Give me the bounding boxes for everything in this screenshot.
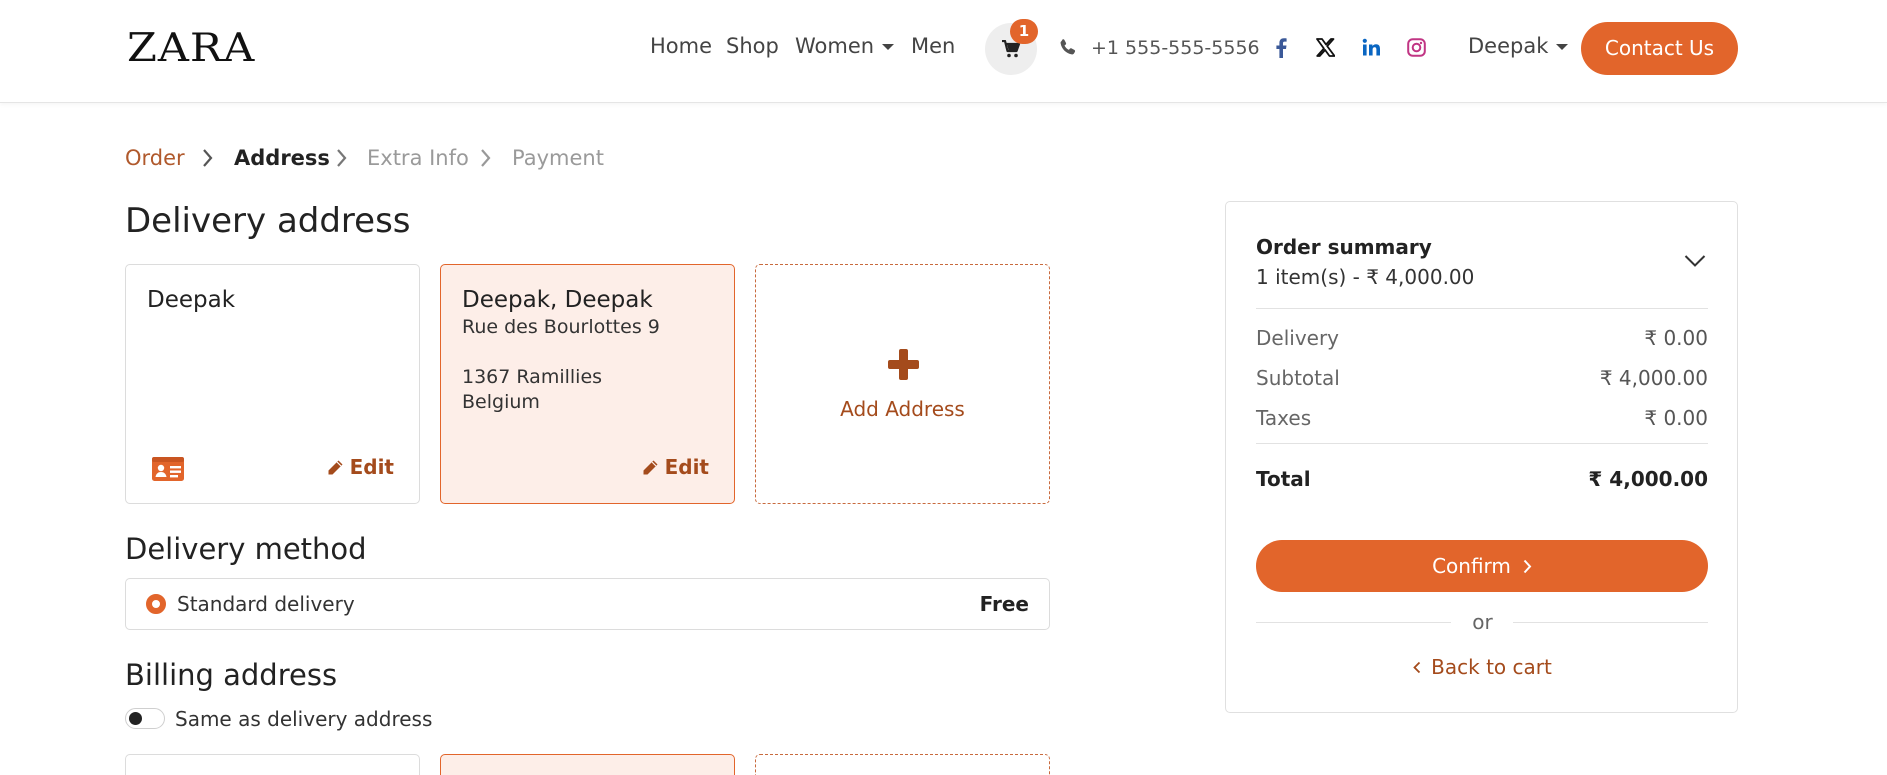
order-summary-panel: Order summary 1 item(s) - ₹ 4,000.00 Del… xyxy=(1225,201,1738,713)
id-card-icon xyxy=(152,457,184,481)
plus-icon xyxy=(888,349,919,380)
back-to-cart-label: Back to cart xyxy=(1431,655,1552,679)
breadcrumb-address: Address xyxy=(234,146,330,170)
summary-row-delivery: Delivery ₹ 0.00 xyxy=(1256,326,1708,350)
add-address-label: Add Address xyxy=(840,397,965,421)
edit-label: Edit xyxy=(664,455,709,479)
x-icon[interactable] xyxy=(1316,38,1335,57)
billing-add-address-card[interactable] xyxy=(755,754,1050,775)
delivery-option-standard[interactable]: Standard delivery Free xyxy=(125,578,1050,630)
nav-women[interactable]: Women xyxy=(795,34,895,58)
contact-us-button[interactable]: Contact Us xyxy=(1581,22,1738,75)
user-name: Deepak xyxy=(1468,34,1549,58)
row-label: Subtotal xyxy=(1256,366,1340,390)
address-city: 1367 Ramillies xyxy=(462,366,603,388)
chevron-down-icon xyxy=(1556,44,1569,50)
chevron-down-icon xyxy=(882,44,895,50)
chevron-right-icon xyxy=(1523,559,1532,574)
chevron-left-icon xyxy=(1413,661,1421,674)
edit-address-button[interactable]: Edit xyxy=(327,455,394,479)
nav-shop[interactable]: Shop xyxy=(726,34,779,58)
toggle-knob xyxy=(129,712,142,725)
back-to-cart-link[interactable]: Back to cart xyxy=(1226,655,1739,679)
summary-row-subtotal: Subtotal ₹ 4,000.00 xyxy=(1256,366,1708,390)
same-as-delivery-label: Same as delivery address xyxy=(175,707,433,731)
chevron-right-icon xyxy=(337,149,347,167)
delivery-option-label: Standard delivery xyxy=(177,592,355,616)
chevron-down-icon[interactable] xyxy=(1684,254,1706,268)
radio-selected[interactable] xyxy=(146,594,166,614)
nav-women-label: Women xyxy=(795,34,875,58)
same-as-delivery-toggle[interactable] xyxy=(125,708,165,729)
pencil-icon xyxy=(328,460,343,475)
instagram-icon[interactable] xyxy=(1407,38,1426,57)
address-name: Deepak xyxy=(147,287,236,313)
address-country: Belgium xyxy=(462,391,540,413)
breadcrumb-payment: Payment xyxy=(512,146,604,170)
address-street: Rue des Bourlottes 9 xyxy=(462,316,660,338)
phone-icon xyxy=(1060,39,1076,55)
row-label: Taxes xyxy=(1256,406,1312,430)
confirm-button[interactable]: Confirm xyxy=(1256,540,1708,592)
confirm-label: Confirm xyxy=(1432,554,1511,578)
nav-home[interactable]: Home xyxy=(650,34,712,58)
address-card[interactable]: Deepak Edit xyxy=(125,264,420,504)
cart-count-badge: 1 xyxy=(1010,19,1038,44)
row-value: ₹ 4,000.00 xyxy=(1599,366,1708,390)
facebook-icon[interactable] xyxy=(1275,38,1287,58)
nav-men[interactable]: Men xyxy=(911,34,955,58)
breadcrumb-extra-info: Extra Info xyxy=(367,146,469,170)
linkedin-icon[interactable] xyxy=(1362,38,1381,57)
summary-row-taxes: Taxes ₹ 0.00 xyxy=(1256,406,1708,430)
top-navbar: ZARA Home Shop Women Men 1 +1 555-555-55… xyxy=(0,0,1887,103)
total-value: ₹ 4,000.00 xyxy=(1588,467,1708,491)
order-items-count: 1 item(s) - ₹ 4,000.00 xyxy=(1256,265,1475,289)
breadcrumb-order[interactable]: Order xyxy=(125,146,185,170)
row-value: ₹ 0.00 xyxy=(1644,326,1708,350)
chevron-right-icon xyxy=(203,149,213,167)
pencil-icon xyxy=(643,460,658,475)
edit-label: Edit xyxy=(349,455,394,479)
total-label: Total xyxy=(1256,467,1311,491)
delivery-option-price: Free xyxy=(979,592,1029,616)
row-label: Delivery xyxy=(1256,326,1340,350)
brand-logo[interactable]: ZARA xyxy=(127,25,255,71)
summary-row-total: Total ₹ 4,000.00 xyxy=(1256,467,1708,491)
address-name: Deepak, Deepak xyxy=(462,287,653,313)
user-menu[interactable]: Deepak xyxy=(1468,34,1569,58)
divider-right xyxy=(1513,622,1708,623)
divider xyxy=(1256,308,1708,309)
chevron-right-icon xyxy=(481,149,491,167)
delivery-method-heading: Delivery method xyxy=(125,532,367,566)
divider xyxy=(1256,443,1708,444)
edit-address-button[interactable]: Edit xyxy=(642,455,709,479)
add-address-card[interactable]: Add Address xyxy=(755,264,1050,504)
delivery-address-heading: Delivery address xyxy=(125,201,411,241)
row-value: ₹ 0.00 xyxy=(1644,406,1708,430)
billing-address-heading: Billing address xyxy=(125,658,338,692)
phone-number-link[interactable]: +1 555-555-5556 xyxy=(1091,37,1260,59)
order-summary-title: Order summary xyxy=(1256,235,1432,259)
address-card-selected[interactable]: Deepak, Deepak Rue des Bourlottes 9 1367… xyxy=(440,264,735,504)
billing-address-card[interactable] xyxy=(125,754,420,775)
billing-address-card-selected[interactable] xyxy=(440,754,735,775)
